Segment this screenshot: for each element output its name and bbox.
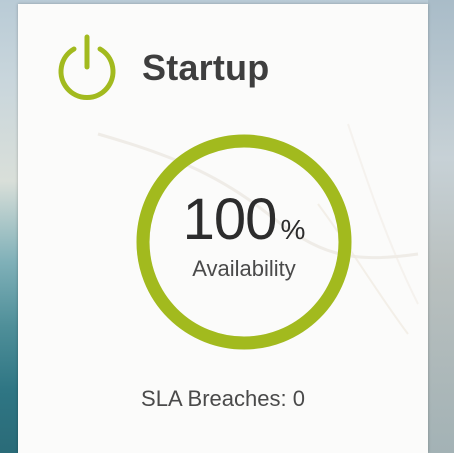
availability-label: Availability bbox=[192, 256, 296, 281]
background-image-edge bbox=[428, 0, 454, 453]
availability-unit: % bbox=[280, 214, 306, 245]
availability-gauge: 100% Availability bbox=[134, 132, 354, 352]
sla-breaches-text: SLA Breaches: 0 bbox=[141, 386, 305, 411]
card-title: Startup bbox=[142, 47, 270, 88]
startup-widget-card[interactable]: Startup 100% Availability SLA Breaches: … bbox=[18, 4, 428, 453]
availability-value: 100% bbox=[134, 186, 354, 253]
power-icon bbox=[58, 34, 116, 100]
availability-number: 100 bbox=[182, 187, 278, 252]
card-header: Startup bbox=[52, 32, 269, 104]
